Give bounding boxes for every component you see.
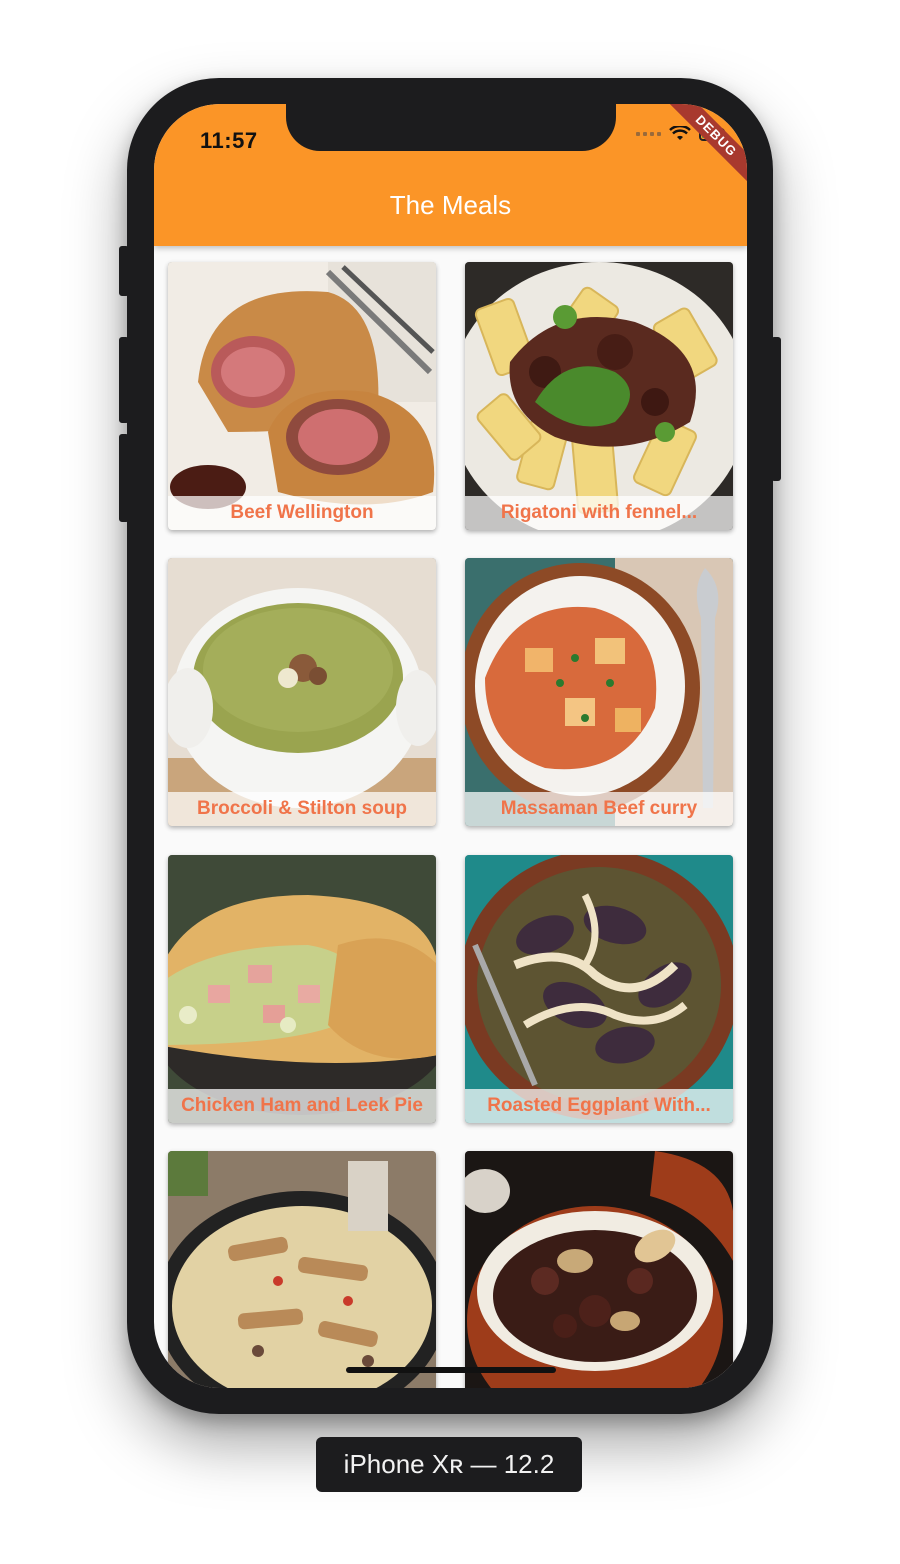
meal-card[interactable]: Beef Wellington bbox=[168, 262, 436, 530]
meal-name: Rigatoni with fennel... bbox=[465, 496, 733, 530]
meal-card[interactable]: Chicken Ham and Leek Pie bbox=[168, 855, 436, 1123]
debug-banner: DEBUG bbox=[655, 104, 747, 197]
meal-name: Beef Wellington bbox=[168, 496, 436, 530]
meal-card[interactable] bbox=[168, 1151, 436, 1388]
chicken-pie-photo bbox=[168, 855, 436, 1123]
volume-up-button bbox=[119, 337, 129, 423]
volume-down-button bbox=[119, 434, 129, 522]
broccoli-soup-photo bbox=[168, 558, 436, 826]
status-time: 11:57 bbox=[200, 128, 258, 153]
power-button bbox=[771, 337, 781, 481]
meal-name: Massaman Beef curry bbox=[465, 792, 733, 826]
meal-card[interactable]: Roasted Eggplant With... bbox=[465, 855, 733, 1123]
device-label: iPhone Xʀ — 12.2 bbox=[316, 1437, 582, 1492]
beef-stew-photo bbox=[465, 1151, 733, 1388]
wifi-icon bbox=[669, 126, 691, 140]
rigatoni-photo bbox=[465, 262, 733, 530]
screen: 11:57 DEBUG The Meals Beef Wellington Ri… bbox=[154, 104, 747, 1388]
meal-card[interactable]: Massaman Beef curry bbox=[465, 558, 733, 826]
meal-card[interactable] bbox=[465, 1151, 733, 1388]
home-indicator[interactable] bbox=[346, 1367, 556, 1373]
page-title: The Meals bbox=[389, 190, 512, 220]
meal-name: Chicken Ham and Leek Pie bbox=[168, 1089, 436, 1123]
beef-wellington-photo bbox=[168, 262, 436, 530]
notch bbox=[286, 104, 616, 151]
roasted-eggplant-photo bbox=[465, 855, 733, 1123]
signal-icon bbox=[636, 132, 661, 136]
massaman-curry-photo bbox=[465, 558, 733, 826]
meal-card[interactable]: Broccoli & Stilton soup bbox=[168, 558, 436, 826]
meal-name: Roasted Eggplant With... bbox=[465, 1089, 733, 1123]
meal-name: Broccoli & Stilton soup bbox=[168, 792, 436, 826]
chicken-pasta-photo bbox=[168, 1151, 436, 1388]
meal-card[interactable]: Rigatoni with fennel... bbox=[465, 262, 733, 530]
silent-switch bbox=[119, 246, 129, 296]
